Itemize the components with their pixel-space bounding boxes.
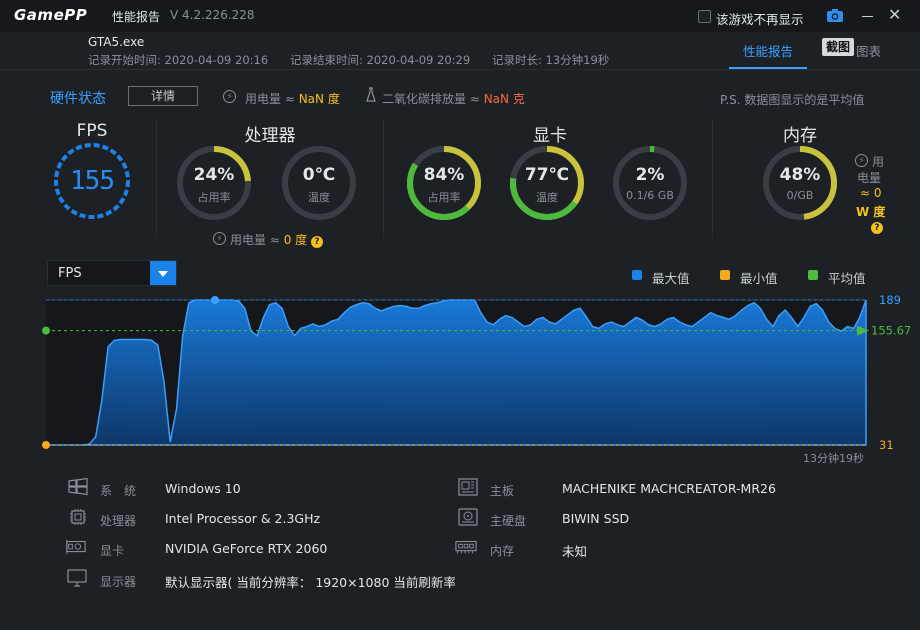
memory-power-line4: W 度 xyxy=(856,205,886,219)
hardware-status-title: 硬件状态 xyxy=(50,91,106,107)
co2-icon xyxy=(366,87,376,102)
legend-min-label: 最小值 xyxy=(740,271,778,286)
gpu-key: 显卡 xyxy=(100,544,125,558)
fps-value: 155 xyxy=(70,166,115,196)
disk-icon xyxy=(458,508,478,526)
legend-avg-swatch xyxy=(808,270,818,280)
memory-usage-label: 0/GB xyxy=(786,189,814,202)
memory-power-line2: 电量 xyxy=(857,171,882,185)
motherboard-key: 主板 xyxy=(490,484,515,498)
gpu-temp-gauge: 77℃ 温度 xyxy=(507,143,587,223)
fps-chart: 189 155.67 31 13分钟19秒 xyxy=(42,293,911,465)
display-key: 显示器 xyxy=(100,575,137,589)
motherboard-value: MACHENIKE MACHCREATOR-MR26 xyxy=(562,481,776,496)
gpu-temp-label: 温度 xyxy=(536,191,558,204)
gpu-usage-gauge: 84% 占用率 xyxy=(404,143,484,223)
camera-icon[interactable] xyxy=(827,9,843,22)
cpu-temp-label: 温度 xyxy=(308,191,330,204)
detail-button[interactable]: 详情 xyxy=(128,86,198,106)
gpu-vram-label: 0.1/6 GB xyxy=(626,189,674,202)
cpu-temp-gauge: 0℃ 温度 xyxy=(279,143,359,223)
record-end-time: 记录结束时间: 2020-04-09 20:29 xyxy=(290,53,471,67)
duration-axis-label: 13分钟19秒 xyxy=(803,451,864,465)
header-divider xyxy=(0,69,920,70)
memory-power-icon: ⚡ xyxy=(855,154,868,167)
os-key: 系 统 xyxy=(100,484,137,498)
max-value-label: 189 xyxy=(879,293,901,307)
legend-avg-label: 平均值 xyxy=(828,271,866,286)
section-divider xyxy=(383,118,384,238)
section-divider xyxy=(712,118,713,238)
fps-title: FPS xyxy=(76,121,108,141)
cpu-temp-value: 0℃ xyxy=(302,165,336,185)
cpu-power-icon: ⚡ xyxy=(213,232,226,245)
cpu-usage-label: 占用率 xyxy=(197,191,231,204)
avg-marker xyxy=(42,326,50,335)
memory-icon xyxy=(455,540,477,554)
section-divider xyxy=(156,118,157,238)
monitor-icon xyxy=(67,569,87,587)
tab-performance-report[interactable]: 性能报告 xyxy=(743,41,793,60)
chevron-down-icon[interactable] xyxy=(150,261,176,285)
disk-value: BIWIN SSD xyxy=(562,511,630,526)
cpu-icon xyxy=(70,509,86,525)
max-marker xyxy=(211,296,219,304)
min-marker xyxy=(42,441,50,449)
window-title: 性能报告 xyxy=(112,10,161,24)
motherboard-icon xyxy=(458,478,478,496)
dont-show-label[interactable]: 该游戏不再显示 xyxy=(716,9,804,28)
memory-power-line3: ≈ 0 xyxy=(860,186,882,200)
performance-report-window: GamePP 性能报告 V 4.2.226.228 该游戏不再显示 ✕ GTA5… xyxy=(0,0,920,630)
gpu-temp-value: 77℃ xyxy=(524,165,570,185)
disk-key: 主硬盘 xyxy=(490,514,527,528)
help-icon[interactable]: ? xyxy=(310,236,323,248)
legend-min-swatch xyxy=(720,270,730,280)
dont-show-checkbox[interactable] xyxy=(698,10,711,23)
record-start-time: 记录开始时间: 2020-04-09 20:16 xyxy=(88,53,269,67)
legend-max-label: 最大值 xyxy=(652,271,690,286)
gamepp-logo: GamePP xyxy=(14,6,88,24)
gpu-icon xyxy=(66,539,86,555)
help-icon[interactable]: ? xyxy=(871,222,883,234)
title-bar: GamePP 性能报告 V 4.2.226.228 该游戏不再显示 ✕ xyxy=(0,0,920,32)
cpu-key: 处理器 xyxy=(100,514,137,528)
gpu-vram-gauge: 2% 0.1/6 GB xyxy=(610,143,690,223)
metric-select[interactable]: FPS xyxy=(47,260,177,286)
memory-usage-gauge: 48% 0/GB xyxy=(760,143,840,223)
memory-usage-value: 48% xyxy=(779,165,821,185)
close-button[interactable]: ✕ xyxy=(888,7,901,23)
cpu-usage-value: 24% xyxy=(193,165,235,185)
power-icon: ⚡ xyxy=(223,90,236,103)
legend-max-swatch xyxy=(632,270,642,280)
cpu-value: Intel Processor & 2.3GHz xyxy=(165,511,321,526)
tab-chart[interactable]: 图表 xyxy=(856,41,881,60)
gpu-vram-value: 2% xyxy=(635,165,665,185)
average-note: P.S. 数据图显示的是平均值 xyxy=(720,93,865,107)
memory-value: 未知 xyxy=(562,544,588,559)
record-duration: 记录时长: 13分钟19秒 xyxy=(492,53,610,67)
os-value: Windows 10 xyxy=(165,481,241,496)
cpu-power: 用电量 ≈ 0 度 ? xyxy=(230,231,323,248)
avg-value-label: 155.67 xyxy=(871,324,911,338)
windows-icon xyxy=(68,478,88,496)
cpu-usage-gauge: 24% 占用率 xyxy=(174,143,254,223)
gpu-usage-label: 占用率 xyxy=(427,191,461,204)
minimize-button[interactable] xyxy=(862,16,873,17)
gpu-usage-value: 84% xyxy=(423,165,465,185)
exe-name: GTA5.exe xyxy=(88,35,145,49)
memory-power-line1: 用 xyxy=(872,155,885,169)
screenshot-button[interactable]: 截图 xyxy=(822,38,854,56)
co2-summary: 二氧化碳排放量 ≈ NaN 克 xyxy=(382,92,525,106)
memory-key: 内存 xyxy=(490,544,515,558)
power-summary: 用电量 ≈ NaN 度 xyxy=(245,92,340,106)
version-label: V 4.2.226.228 xyxy=(170,8,255,22)
min-value-label: 31 xyxy=(879,438,894,452)
gpu-value: NVIDIA GeForce RTX 2060 xyxy=(165,541,328,556)
display-value: 默认显示器( 当前分辨率： 1920×1080 当前刷新率： 1⁄ xyxy=(165,575,455,590)
metric-select-value: FPS xyxy=(58,266,82,281)
